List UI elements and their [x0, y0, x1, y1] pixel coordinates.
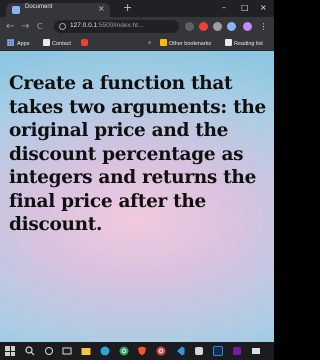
extensions-puzzle-icon[interactable]	[227, 22, 236, 31]
brave-icon[interactable]	[137, 346, 147, 356]
question-line: original price and the	[9, 120, 229, 141]
task-view-icon[interactable]	[44, 346, 54, 356]
youtube-icon	[81, 39, 88, 46]
reading-list[interactable]: Reading list	[225, 39, 263, 49]
onenote-icon[interactable]	[232, 346, 242, 356]
address-bar[interactable]: 127.0.0.1:5500/index.ht...	[54, 20, 179, 33]
question-line: final price after the	[9, 190, 206, 212]
minimize-button[interactable]: –	[222, 2, 226, 14]
reading-list-icon	[225, 39, 232, 46]
more-bookmarks-chevron[interactable]: »	[148, 39, 151, 48]
question-line: integers and returns the	[9, 167, 257, 188]
tab-document[interactable]: Document ×	[6, 3, 110, 17]
bookmarks-bar: Apps Contact » Other bookmarks Reading l…	[0, 36, 274, 51]
file-explorer-icon[interactable]	[81, 346, 91, 356]
chrome-icon[interactable]	[119, 346, 129, 356]
question-line: discount.	[9, 214, 103, 235]
bookmark-contact[interactable]: Contact	[43, 39, 71, 49]
bookmark-apps[interactable]: Apps	[7, 39, 30, 49]
page-viewport: Create a function that takes two argument…	[0, 51, 274, 342]
contact-globe-icon	[43, 39, 50, 46]
bookmark-other[interactable]: Other bookmarks	[160, 39, 211, 49]
settings-icon[interactable]	[213, 22, 222, 31]
extension-icon[interactable]	[185, 22, 194, 31]
question-line: discount percentage as	[9, 143, 244, 165]
maximize-button[interactable]: □	[241, 2, 249, 14]
close-tab-icon[interactable]: ×	[98, 3, 105, 15]
menu-icon[interactable]: ⋮	[259, 22, 268, 31]
url-text: 127.0.0.1:5500/index.ht...	[70, 22, 144, 29]
back-button[interactable]: ←	[6, 21, 14, 32]
taskbar	[0, 342, 274, 360]
apps-grid-icon	[7, 39, 14, 46]
question-line: takes two arguments: the	[9, 96, 266, 118]
tab-title: Document	[25, 4, 53, 10]
profile-avatar[interactable]	[243, 22, 252, 31]
chrome-icon-2[interactable]	[156, 346, 166, 356]
vscode-icon[interactable]	[175, 346, 185, 356]
bookmark-youtube[interactable]	[81, 39, 90, 49]
close-window-button[interactable]: ×	[260, 2, 267, 14]
folder-icon	[160, 39, 167, 46]
system-tray-icon[interactable]	[251, 346, 261, 356]
site-info-icon[interactable]	[59, 23, 66, 30]
browser-toolbar: ← → C 127.0.0.1:5500/index.ht... ⋮	[0, 17, 274, 36]
photoshop-icon[interactable]	[213, 346, 223, 356]
new-tab-button[interactable]: +	[123, 1, 132, 15]
document-favicon-icon	[12, 6, 20, 14]
task-view-icon-2[interactable]	[62, 346, 72, 356]
edge-icon[interactable]	[100, 346, 110, 356]
question-heading: Create a function that takes two argument…	[9, 72, 271, 237]
forward-button[interactable]: →	[21, 21, 29, 32]
reload-button[interactable]: C	[37, 21, 43, 32]
windows-start-icon[interactable]	[5, 346, 15, 356]
search-icon[interactable]	[25, 346, 35, 356]
tab-strip: Document × + – □ ×	[0, 0, 274, 17]
question-line: Create a function that	[9, 73, 233, 94]
app-icon[interactable]	[194, 346, 204, 356]
extension-red-icon[interactable]	[199, 22, 208, 31]
